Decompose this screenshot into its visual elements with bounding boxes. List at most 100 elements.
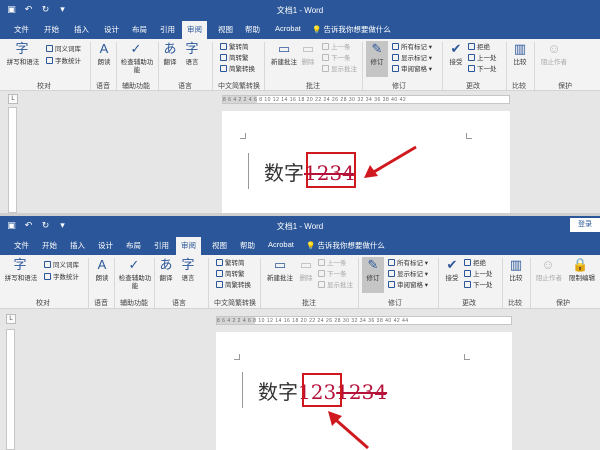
word-count-button[interactable]: 字数统计 [44,273,79,282]
login-button[interactable]: 登录 [570,218,600,232]
ribbon-tabs: 文件 开始 插入 设计 布局 引用 审阅 视图 帮助 Acrobat 💡 告诉我… [0,236,600,255]
horizontal-ruler[interactable]: 8 6 4 2 2 4 6 8 10 12 14 16 18 20 22 24 … [222,95,510,104]
tab-review[interactable]: 审阅 [176,237,201,255]
next-icon [464,281,471,288]
accept-button[interactable]: 接受 [446,59,466,67]
next-comment-button[interactable]: 下一条 [318,270,347,279]
tab-acrobat[interactable]: Acrobat [268,240,294,249]
tab-references[interactable]: 引用 [160,24,175,35]
next-comment-button[interactable]: 下一条 [322,54,351,63]
new-comment-button[interactable]: 新建批注 [268,59,300,67]
accept-button[interactable]: 接受 [442,275,462,283]
group-divider [212,42,213,90]
show-comments-button[interactable]: 显示批注 [318,281,353,290]
ruler-ticks: 8 6 4 2 2 4 6 8 10 12 14 16 18 20 22 24 … [217,318,409,324]
to-traditional-button[interactable]: 简转繁 [216,270,245,279]
horizontal-ruler[interactable]: 8 6 4 2 2 4 6 8 10 12 14 16 18 20 22 24 … [216,316,512,325]
previous-change-button[interactable]: 上一处 [468,54,497,63]
accessibility-check-button[interactable]: 检查辅助功能 [120,59,154,75]
group-label-language: 语言 [172,300,186,307]
compare-button[interactable]: 比较 [506,275,526,283]
restrict-editing-icon: 🔒 [572,257,589,272]
thesaurus-button[interactable]: 同义词库 [46,45,81,54]
tab-home[interactable]: 开始 [42,240,57,251]
convert-button[interactable]: 简繁转换 [220,65,255,74]
vertical-ruler[interactable] [6,329,15,450]
tab-insert[interactable]: 插入 [74,24,89,35]
compare-button[interactable]: 比较 [510,59,530,67]
to-traditional-button[interactable]: 简转繁 [220,54,249,63]
block-authors-icon: ☺ [541,257,555,272]
read-aloud-button[interactable]: 朗读 [92,275,112,283]
previous-comment-button[interactable]: 上一条 [318,259,347,268]
track-changes-button[interactable]: ✎ 修订 [362,257,384,293]
tab-file[interactable]: 文件 [14,240,29,251]
language-button[interactable]: 语言 [182,59,202,67]
arrow-icon [328,411,369,450]
tab-acrobat[interactable]: Acrobat [275,24,301,33]
deleted-text: 1234 [336,380,388,404]
document-page[interactable]: 数字1234 [222,111,510,213]
tab-design[interactable]: 设计 [104,24,119,35]
group-label-speech: 语音 [96,83,110,90]
previous-comment-button[interactable]: 上一条 [322,43,351,52]
spelling-button[interactable]: 拼写和语法 [4,59,42,67]
to-simplified-button[interactable]: 繁转简 [216,259,245,268]
tab-selector[interactable]: L [8,94,18,104]
tell-me-box[interactable]: 💡 告诉我你想要做什么 [312,24,391,35]
compare-icon: ▥ [509,257,523,272]
crop-mark [234,354,240,360]
show-comments-button[interactable]: 显示批注 [322,65,357,74]
tab-help[interactable]: 帮助 [240,240,255,251]
previous-change-button[interactable]: 上一处 [464,270,493,279]
tab-file[interactable]: 文件 [14,24,29,35]
tab-view[interactable]: 视图 [212,240,227,251]
show-markup-button[interactable]: 显示标记 ▾ [388,270,428,279]
track-changes-button[interactable]: ✎ 修订 [366,41,388,77]
delete-comment-button[interactable]: 删除 [296,275,316,283]
word-count-button[interactable]: 字数统计 [46,57,81,66]
translate-button[interactable]: 翻译 [156,275,176,283]
block-authors-icon: ☺ [547,41,561,56]
document-area: L 8 6 4 2 2 4 6 8 10 12 14 16 18 20 22 2… [0,91,600,213]
restrict-editing-button[interactable]: 限制编辑 [566,275,598,283]
tab-review[interactable]: 审阅 [182,21,207,39]
new-comment-button[interactable]: 新建批注 [264,275,296,283]
reject-button[interactable]: 拒绝 [468,43,490,52]
spelling-button[interactable]: 拼写和语法 [2,275,40,283]
read-aloud-button[interactable]: 朗读 [94,59,114,67]
tab-design[interactable]: 设计 [98,240,113,251]
next-change-button[interactable]: 下一处 [468,65,497,74]
title-bar: ▣ ↶ ↻ ▾ 文档1 - Word 登录 [0,216,600,236]
group-label-changes: 更改 [466,83,480,90]
tab-help[interactable]: 帮助 [245,24,260,35]
convert-button[interactable]: 简繁转换 [216,281,251,290]
show-markup-button[interactable]: 显示标记 ▾ [392,54,432,63]
accessibility-check-icon: ✓ [128,257,140,272]
tab-home[interactable]: 开始 [44,24,59,35]
to-simplified-button[interactable]: 繁转简 [220,43,249,52]
translate-button[interactable]: 翻译 [160,59,180,67]
markup-select[interactable]: 所有标记 ▾ [392,43,432,52]
tab-view[interactable]: 视图 [218,24,233,35]
tab-layout[interactable]: 布局 [126,240,141,251]
block-authors-button[interactable]: 阻止作者 [536,59,572,67]
thesaurus-button[interactable]: 同义词库 [44,261,79,270]
tell-me-box[interactable]: 💡 告诉我你想要做什么 [306,240,385,251]
reviewing-pane-button[interactable]: 审阅窗格 ▾ [392,65,432,74]
vertical-ruler[interactable] [8,107,17,213]
tab-selector[interactable]: L [6,314,16,324]
accessibility-check-button[interactable]: 检查辅助功能 [118,275,152,291]
next-change-button[interactable]: 下一处 [464,281,493,290]
language-button[interactable]: 语言 [178,275,198,283]
reviewing-pane-button[interactable]: 审阅窗格 ▾ [388,281,428,290]
tab-insert[interactable]: 插入 [70,240,85,251]
tab-layout[interactable]: 布局 [132,24,147,35]
markup-select[interactable]: 所有标记 ▾ [388,259,428,268]
reject-button[interactable]: 拒绝 [464,259,486,268]
block-authors-button[interactable]: 阻止作者 [532,275,566,283]
convert-icon [216,259,223,266]
tab-references[interactable]: 引用 [154,240,169,251]
delete-comment-button[interactable]: 删除 [298,59,318,67]
document-page[interactable]: 数字1231234 [216,332,512,450]
